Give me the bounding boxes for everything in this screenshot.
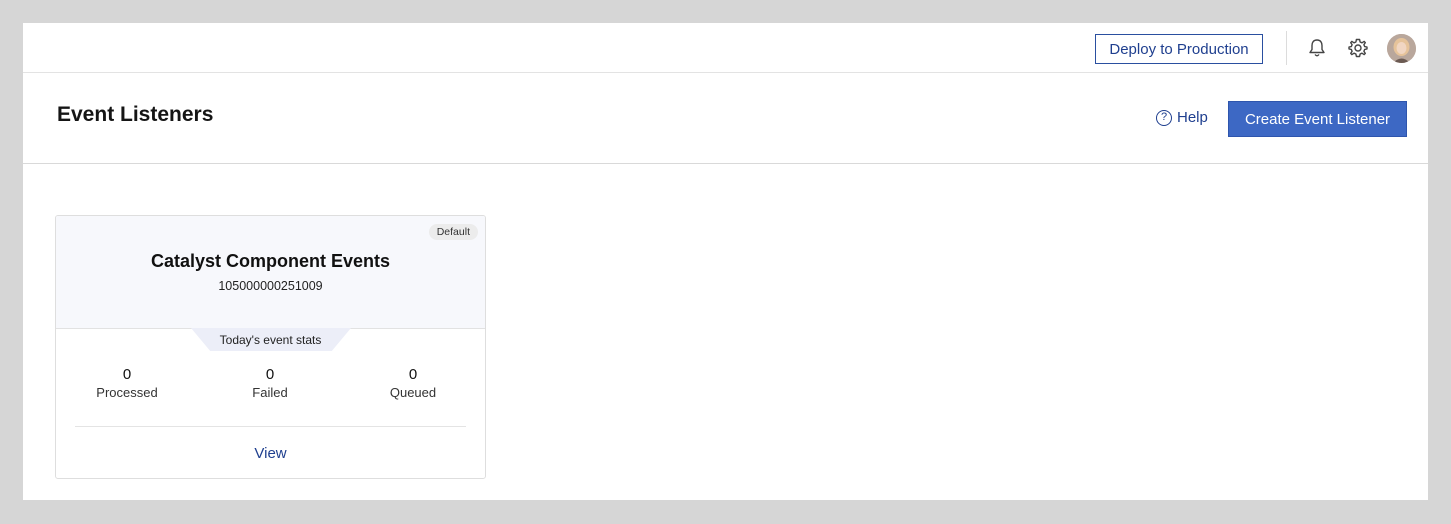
page-header: Event Listeners ? Help Create Event List… [23, 74, 1428, 164]
page-title: Event Listeners [57, 103, 214, 126]
stat-label: Failed [252, 385, 288, 400]
gear-icon[interactable] [1347, 37, 1369, 64]
user-avatar[interactable] [1387, 34, 1416, 63]
card-id: 105000000251009 [218, 279, 323, 293]
stat-value: 0 [408, 366, 418, 383]
stat-value: 0 [122, 366, 132, 383]
stat-failed: 0 Failed [210, 366, 330, 400]
view-link[interactable]: View [56, 445, 485, 462]
app-window: Deploy to Production Event Listeners ? H… [23, 23, 1428, 500]
card-header: Default Catalyst Component Events 105000… [56, 216, 485, 329]
stat-queued: 0 Queued [353, 366, 473, 400]
event-listener-card: Default Catalyst Component Events 105000… [55, 215, 486, 479]
help-link[interactable]: ? Help [1156, 109, 1208, 126]
card-divider [75, 426, 466, 427]
stat-label: Queued [389, 385, 437, 400]
create-event-listener-button[interactable]: Create Event Listener [1228, 101, 1407, 137]
deploy-to-production-button[interactable]: Deploy to Production [1095, 34, 1263, 64]
stat-value: 0 [265, 366, 275, 383]
top-bar: Deploy to Production [23, 23, 1428, 73]
bell-icon[interactable] [1306, 37, 1328, 64]
stat-label: Processed [96, 385, 158, 400]
help-label: Help [1177, 109, 1208, 126]
default-badge: Default [428, 224, 478, 240]
question-circle-icon: ? [1156, 109, 1172, 126]
topbar-divider [1286, 31, 1287, 65]
card-title: Catalyst Component Events [150, 251, 391, 271]
stats-label: Today's event stats [219, 333, 322, 347]
stat-processed: 0 Processed [67, 366, 187, 400]
